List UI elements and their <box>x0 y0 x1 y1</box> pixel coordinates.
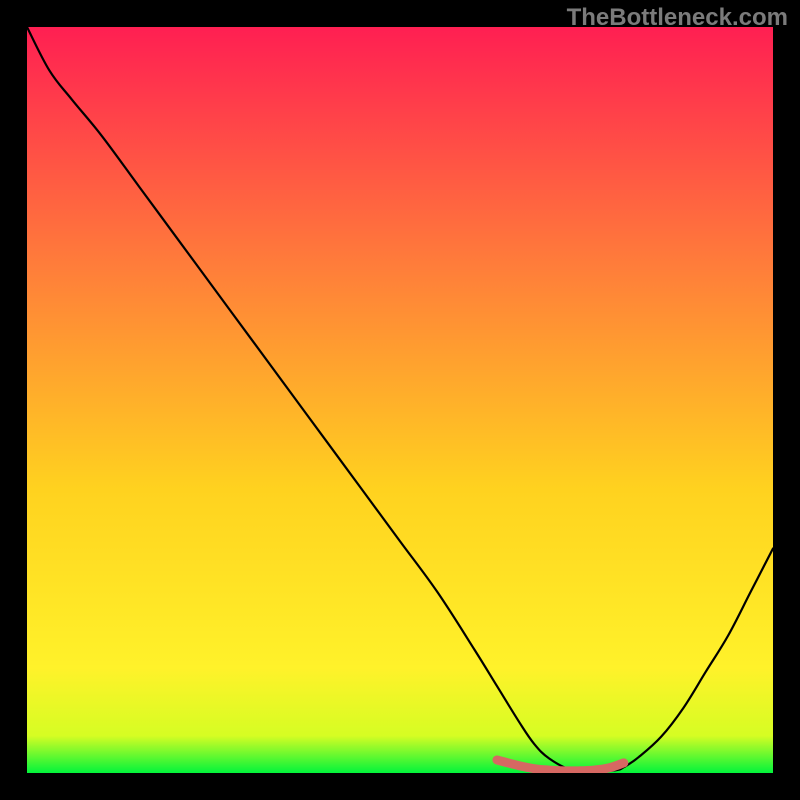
chart-container: TheBottleneck.com <box>0 0 800 800</box>
plot-svg <box>27 27 773 773</box>
watermark-text: TheBottleneck.com <box>567 4 788 32</box>
gradient-background <box>27 27 773 773</box>
plot-frame <box>27 27 773 773</box>
